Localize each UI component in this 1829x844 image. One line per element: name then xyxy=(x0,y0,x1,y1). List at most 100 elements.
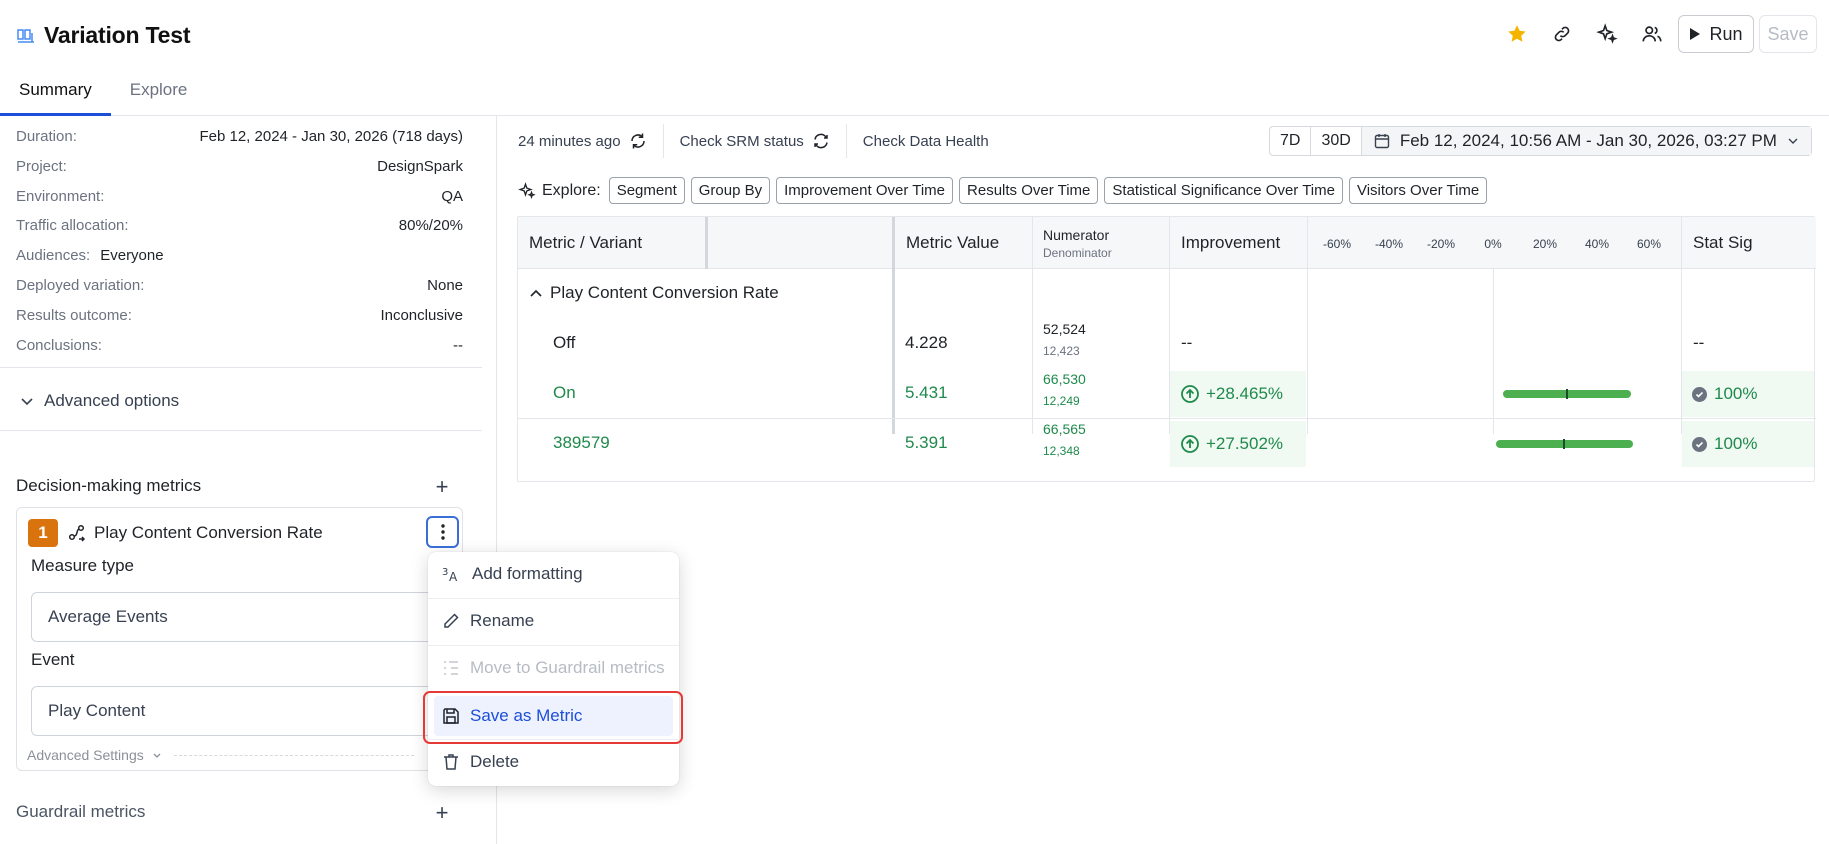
event-label: Event xyxy=(31,650,75,669)
chip-visitors-over-time[interactable]: Visitors Over Time xyxy=(1348,177,1488,204)
column-resizer[interactable] xyxy=(705,217,708,269)
chevron-down-icon xyxy=(1788,138,1798,144)
sparkle-icon xyxy=(1595,23,1618,44)
column-divider xyxy=(892,217,895,434)
more-vertical-icon xyxy=(440,524,445,540)
sparkle-icon xyxy=(518,181,536,199)
measure-type-select[interactable]: Average Events xyxy=(31,592,457,642)
star-button[interactable] xyxy=(1494,15,1539,53)
check-srm-button[interactable]: Check SRM status xyxy=(664,124,847,158)
tab-summary[interactable]: Summary xyxy=(0,76,111,116)
play-icon xyxy=(1690,28,1701,40)
add-guardrail-metric-button[interactable]: + xyxy=(432,800,452,825)
metric-card: 1 Play Content Conversion Rate Measure t… xyxy=(16,507,463,771)
header-stat-sig[interactable]: Stat Sig xyxy=(1693,217,1753,269)
svg-text:3: 3 xyxy=(442,567,448,578)
advanced-settings-label: Advanced Settings xyxy=(27,747,144,763)
detail-traffic: Traffic allocation: 80%/20% xyxy=(16,217,463,234)
row-divider xyxy=(518,418,1816,419)
page-header: Variation Test Summary Explore Run Save xyxy=(0,0,1829,116)
header-numerator-denominator[interactable]: Numerator Denominator xyxy=(1043,217,1112,269)
chevron-down-icon xyxy=(153,753,161,758)
dashed-divider xyxy=(173,754,414,756)
metric-name: Play Content Conversion Rate xyxy=(68,523,323,543)
stat-sig-value: -- xyxy=(1693,333,1705,352)
improvement-cell: +27.502% xyxy=(1170,421,1306,467)
chip-group-by[interactable]: Group By xyxy=(690,177,771,204)
decision-metrics-title: Decision-making metrics xyxy=(16,476,202,495)
menu-item-add-formatting[interactable]: 3A Add formatting xyxy=(428,552,679,596)
stat-sig-cell: 100% xyxy=(1682,421,1814,467)
advanced-settings-toggle[interactable]: Advanced Settings xyxy=(27,747,414,763)
range-7d-button[interactable]: 7D xyxy=(1270,127,1312,155)
results-toolbar: 24 minutes ago Check SRM status Check Da… xyxy=(518,124,1005,158)
ci-tick: -60% xyxy=(1322,237,1352,251)
range-30d-button[interactable]: 30D xyxy=(1311,127,1362,155)
menu-item-delete[interactable]: Delete xyxy=(428,740,679,784)
check-data-health-button[interactable]: Check Data Health xyxy=(847,124,1005,158)
detail-results-outcome: Results outcome: Inconclusive xyxy=(16,307,463,324)
ai-assist-button[interactable] xyxy=(1584,15,1629,53)
metric-name-label: Play Content Conversion Rate xyxy=(94,523,323,542)
refresh-results-button[interactable]: 24 minutes ago xyxy=(518,124,664,158)
bar-midpoint xyxy=(1565,389,1568,399)
menu-item-label: Move to Guardrail metrics xyxy=(470,658,665,677)
run-button-label: Run xyxy=(1709,23,1743,44)
variant-name[interactable]: 389579 xyxy=(553,433,610,453)
ci-tick: -20% xyxy=(1426,237,1456,251)
measure-type-label: Measure type xyxy=(31,556,134,575)
numerator-value: 66,530 xyxy=(1043,371,1086,387)
refresh-icon xyxy=(630,133,645,149)
add-decision-metric-button[interactable]: + xyxy=(432,474,452,499)
chip-improvement-over-time[interactable]: Improvement Over Time xyxy=(776,177,954,204)
check-data-health-label: Check Data Health xyxy=(862,132,989,150)
zero-line xyxy=(1493,269,1494,434)
divider xyxy=(0,430,482,431)
text-format-icon: 3A xyxy=(442,567,458,583)
advanced-options-label: Advanced options xyxy=(44,391,180,410)
results-table-header: Metric / Variant Metric Value Numerator … xyxy=(518,217,1816,269)
event-value: Play Content xyxy=(48,701,146,720)
explore-label: Explore: xyxy=(518,182,601,200)
metric-group-toggle[interactable]: Play Content Conversion Rate xyxy=(529,283,779,303)
users-icon xyxy=(1641,26,1662,42)
menu-item-rename[interactable]: Rename xyxy=(428,599,679,643)
chip-results-over-time[interactable]: Results Over Time xyxy=(959,177,1099,204)
header-denominator: Denominator xyxy=(1043,245,1112,260)
last-updated-text: 24 minutes ago xyxy=(518,132,621,150)
variant-name[interactable]: On xyxy=(553,383,576,403)
explore-row: Explore: Segment Group By Improvement Ov… xyxy=(518,177,1488,204)
metric-more-button[interactable] xyxy=(426,516,459,548)
detail-environment: Environment: QA xyxy=(16,188,463,205)
date-range-picker[interactable]: Feb 12, 2024, 10:56 AM - Jan 30, 2026, 0… xyxy=(1361,127,1811,155)
link-icon xyxy=(1554,26,1569,42)
menu-item-save-as-metric[interactable]: Save as Metric xyxy=(434,696,673,736)
chip-stat-sig-over-time[interactable]: Statistical Significance Over Time xyxy=(1104,177,1343,204)
copy-link-button[interactable] xyxy=(1539,15,1584,53)
page-title: Variation Test xyxy=(44,22,191,48)
chip-segment[interactable]: Segment xyxy=(608,177,685,204)
event-select[interactable]: Play Content xyxy=(31,686,457,736)
advanced-options-toggle[interactable]: Advanced options xyxy=(20,391,179,411)
run-button[interactable]: Run xyxy=(1678,15,1754,53)
tab-explore[interactable]: Explore xyxy=(111,76,207,116)
confidence-interval-bar xyxy=(1503,389,1631,399)
detail-conclusions: Conclusions: -- xyxy=(16,337,463,354)
header-improvement[interactable]: Improvement xyxy=(1181,217,1280,269)
pencil-icon xyxy=(444,613,459,628)
experiment-summary-panel: Duration: Feb 12, 2024 - Jan 30, 2026 (71… xyxy=(0,116,497,844)
ci-tick: 20% xyxy=(1532,237,1558,251)
arrow-up-circle-icon xyxy=(1181,435,1199,453)
star-icon xyxy=(1507,25,1526,42)
check-circle-icon xyxy=(1692,386,1707,402)
ci-tick: -40% xyxy=(1374,237,1404,251)
header-metric-variant[interactable]: Metric / Variant xyxy=(529,217,642,269)
save-button[interactable]: Save xyxy=(1759,15,1817,53)
list-indent-icon xyxy=(444,661,458,675)
detail-audiences: Audiences: Everyone xyxy=(16,247,164,264)
column-divider xyxy=(1032,217,1033,434)
metric-value: 4.228 xyxy=(905,333,948,352)
check-srm-label: Check SRM status xyxy=(679,132,804,150)
header-metric-value[interactable]: Metric Value xyxy=(906,217,999,269)
share-users-button[interactable] xyxy=(1629,15,1674,53)
